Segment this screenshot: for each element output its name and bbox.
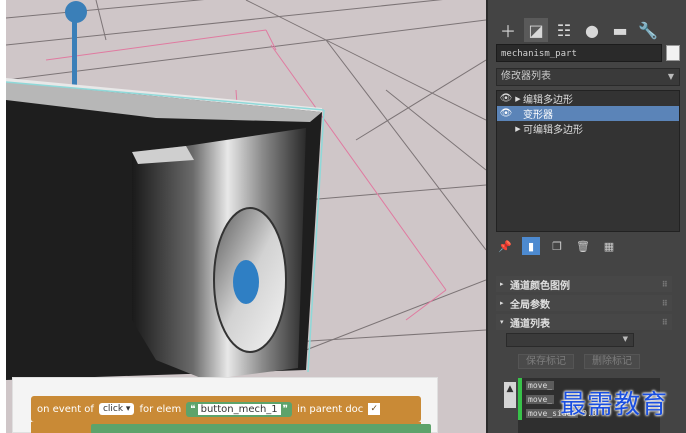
scroll-up-button[interactable]: ▲: [504, 382, 516, 408]
quote-open-icon: ❝: [190, 403, 196, 415]
eye-icon[interactable]: 👁: [499, 108, 513, 119]
command-panel: ＋ ◪ ☷ ● ▬ 🔧 mechanism_part 修改器列表 ▼ 👁 ▶ 编…: [486, 0, 686, 433]
rollout-channel-color-legend[interactable]: ▸ 通道颜色图例 ⠿: [496, 276, 672, 292]
create-icon[interactable]: ＋: [496, 18, 520, 42]
show-end-result-icon[interactable]: ▮: [522, 237, 540, 255]
chevron-down-icon: ▼: [667, 72, 674, 81]
drag-handle-icon[interactable]: ⠿: [662, 280, 668, 289]
rollout-label: 全局参数: [510, 299, 550, 311]
stack-item-label: 编辑多边形: [523, 95, 573, 106]
motion-icon[interactable]: ●: [580, 18, 604, 42]
eye-icon[interactable]: 👁: [499, 93, 513, 104]
channel-label[interactable]: move_: [526, 394, 555, 404]
delete-marker-button[interactable]: 删除标记: [584, 354, 640, 369]
expand-icon: ▸: [500, 299, 504, 307]
panel-toolbar: ＋ ◪ ☷ ● ▬ 🔧: [496, 16, 680, 44]
watermark-logo: 最需教育: [560, 390, 669, 420]
event-value: click: [102, 404, 124, 414]
rollout-label: 通道颜色图例: [510, 280, 570, 292]
expand-icon: ▸: [500, 280, 504, 288]
object-name-field[interactable]: mechanism_part: [496, 44, 662, 62]
event-dropdown[interactable]: click ▾: [98, 403, 135, 415]
make-unique-icon[interactable]: ❐: [548, 237, 566, 255]
channel-active-bar: [518, 406, 522, 420]
pin-stack-icon[interactable]: 📌: [496, 237, 514, 255]
for-elem-label: for elem: [139, 403, 182, 415]
drag-handle-icon[interactable]: ⠿: [662, 299, 668, 308]
elem-value[interactable]: button_mech_1: [197, 403, 281, 415]
stack-item-label: 变形器: [523, 110, 553, 121]
channel-label[interactable]: move_: [526, 380, 555, 390]
expand-icon: ▾: [500, 318, 504, 326]
channel-active-bar: [518, 392, 522, 406]
rollout-channel-list[interactable]: ▾ 通道列表 ⠿: [496, 314, 672, 330]
event-block[interactable]: on event of click ▾ for elem ❝ button_me…: [31, 396, 421, 422]
marker-dropdown[interactable]: ▼: [506, 333, 634, 347]
channel-active-bar: [518, 378, 522, 392]
in-parent-checkbox[interactable]: ✓: [368, 403, 381, 415]
chevron-down-icon: ▼: [622, 335, 628, 343]
drag-handle-icon[interactable]: ⠿: [662, 318, 668, 327]
in-parent-label: in parent doc: [297, 403, 364, 415]
object-color-swatch[interactable]: [666, 45, 680, 61]
rollout-label: 通道列表: [510, 318, 550, 330]
hierarchy-icon[interactable]: ☷: [552, 18, 576, 42]
save-marker-button[interactable]: 保存标记: [518, 354, 574, 369]
modifier-list-label: 修改器列表: [501, 71, 551, 82]
nested-string-block[interactable]: [91, 424, 431, 433]
modify-icon[interactable]: ◪: [524, 18, 548, 42]
modifier-stack: 👁 ▶ 编辑多边形 👁 变形器 ▶ 可编辑多边形: [496, 90, 680, 232]
stack-item-morpher[interactable]: 👁 变形器: [497, 106, 679, 121]
stack-item-label: 可编辑多边形: [523, 125, 583, 136]
elem-string-block[interactable]: ❝ button_mech_1 ❞: [186, 401, 293, 417]
viewport-scene: [6, 0, 486, 433]
quote-close-icon: ❞: [282, 403, 289, 415]
utilities-icon[interactable]: 🔧: [636, 18, 660, 42]
on-event-label: on event of: [37, 403, 94, 415]
stack-item-edit-poly[interactable]: 👁 ▶ 编辑多边形: [497, 91, 679, 106]
event-block-body: [31, 422, 431, 433]
display-icon[interactable]: ▬: [608, 18, 632, 42]
expand-icon[interactable]: ▶: [513, 95, 523, 103]
expand-icon[interactable]: ▶: [513, 125, 523, 133]
configure-sets-icon[interactable]: ▦: [600, 237, 618, 255]
viewport-3d[interactable]: on event of click ▾ for elem ❝ button_me…: [6, 0, 486, 433]
stack-item-editable-poly[interactable]: ▶ 可编辑多边形: [497, 121, 679, 137]
rollout-global-params[interactable]: ▸ 全局参数 ⠿: [496, 295, 672, 311]
modifier-list-dropdown[interactable]: 修改器列表 ▼: [496, 68, 680, 86]
stack-tools: 📌 ▮ ❐ 🗑 ▦: [496, 236, 680, 256]
remove-modifier-icon[interactable]: 🗑: [574, 237, 592, 255]
code-block-panel: on event of click ▾ for elem ❝ button_me…: [12, 377, 438, 433]
